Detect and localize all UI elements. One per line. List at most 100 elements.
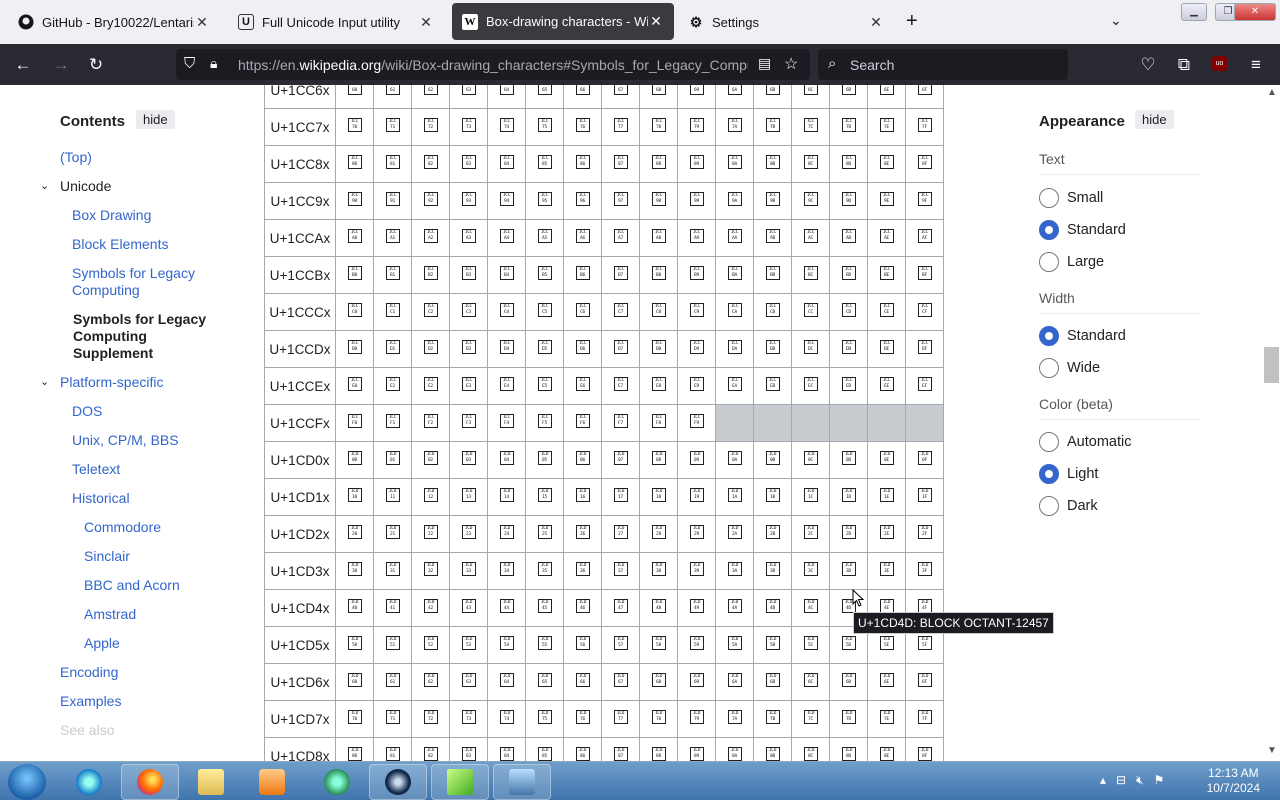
glyph-cell[interactable]: 1CC F7 [601, 404, 640, 442]
glyph-cell[interactable]: 1CD 14 [487, 478, 526, 516]
glyph-cell[interactable]: 1CC62 [411, 85, 450, 109]
glyph-cell[interactable]: 1CD 57 [601, 626, 640, 664]
glyph-cell[interactable]: 1CD 60 [335, 663, 374, 701]
toc-item[interactable]: BBC and Acorn [84, 577, 224, 594]
glyph-cell[interactable]: 1CC DA [715, 330, 754, 368]
glyph-cell[interactable]: 1CD 25 [525, 515, 564, 553]
glyph-cell[interactable]: 1CC A9 [677, 219, 716, 257]
toc-item[interactable]: Platform-specific [60, 374, 200, 391]
glyph-cell[interactable]: 1CD 1A [715, 478, 754, 516]
glyph-cell[interactable]: 1CD 45 [525, 589, 564, 627]
url-text[interactable]: https://en.wikipedia.org/wiki/Box-drawin… [238, 57, 748, 73]
glyph-cell[interactable]: 1CD 09 [677, 441, 716, 479]
glyph-cell[interactable]: 1CC63 [449, 85, 488, 109]
glyph-cell[interactable]: 1CD 2B [753, 515, 792, 553]
glyph-cell[interactable]: 1CD 40 [335, 589, 374, 627]
notepad-icon[interactable] [431, 764, 489, 800]
search-input[interactable]: ⌕ Search [818, 49, 1068, 80]
glyph-cell[interactable]: 1CC B7 [601, 256, 640, 294]
toc-item[interactable]: Commodore [84, 519, 224, 536]
glyph-cell[interactable]: 1CD 68 [639, 663, 678, 701]
glyph-cell[interactable]: 1CD 49 [677, 589, 716, 627]
toc-item[interactable]: Box Drawing [72, 207, 212, 224]
glyph-cell[interactable]: 1CC 8C [791, 145, 830, 183]
toc-item[interactable]: Symbols for Legacy Computing Supplement [73, 311, 213, 362]
glyph-cell[interactable]: 1CC EC [791, 367, 830, 405]
glyph-cell[interactable]: 1CC ED [829, 367, 868, 405]
glyph-cell[interactable]: 1CC DD [829, 330, 868, 368]
chat-app-icon[interactable] [308, 764, 366, 800]
glyph-cell[interactable]: 1CC 75 [525, 108, 564, 146]
glyph-cell[interactable]: 1CC F2 [411, 404, 450, 442]
glyph-cell[interactable]: 1CD 66 [563, 663, 602, 701]
glyph-cell[interactable]: 1CD 38 [639, 552, 678, 590]
glyph-cell[interactable]: 1CC D1 [373, 330, 412, 368]
glyph-cell[interactable]: 1CC 74 [487, 108, 526, 146]
control-panel-icon[interactable] [493, 764, 551, 800]
glyph-cell[interactable]: 1CC E6 [563, 367, 602, 405]
glyph-cell[interactable]: 1CD 03 [449, 441, 488, 479]
glyph-cell[interactable]: 1CD 3C [791, 552, 830, 590]
glyph-cell[interactable]: 1CD 16 [563, 478, 602, 516]
glyph-cell[interactable]: 1CC F5 [525, 404, 564, 442]
clock[interactable]: 12:13 AM 10/7/2024 [1207, 766, 1260, 796]
toc-item[interactable]: See also [60, 722, 200, 739]
glyph-cell[interactable]: 1CC BB [753, 256, 792, 294]
glyph-cell[interactable]: 1CC 7B [753, 108, 792, 146]
glyph-cell[interactable]: 1CD 2F [905, 515, 944, 553]
glyph-cell[interactable]: 1CD 54 [487, 626, 526, 664]
glyph-cell[interactable]: 1CD 4B [753, 589, 792, 627]
close-icon[interactable]: ✕ [418, 14, 434, 31]
glyph-cell[interactable]: 1CD 62 [411, 663, 450, 701]
glyph-cell[interactable]: 1CC BD [829, 256, 868, 294]
glyph-cell[interactable]: 1CC A1 [373, 219, 412, 257]
glyph-cell[interactable]: 1CC 94 [487, 182, 526, 220]
glyph-cell[interactable]: 1CD 17 [601, 478, 640, 516]
minimize-button[interactable]: ▁ [1181, 3, 1207, 21]
glyph-cell[interactable]: 1CC E1 [373, 367, 412, 405]
glyph-cell[interactable]: 1CD 80 [335, 737, 374, 761]
glyph-cell[interactable]: 1CD 7F [905, 700, 944, 738]
glyph-cell[interactable]: 1CD 5C [791, 626, 830, 664]
glyph-cell[interactable]: 1CC 97 [601, 182, 640, 220]
glyph-cell[interactable]: 1CD 39 [677, 552, 716, 590]
glyph-cell[interactable]: 1CC60 [335, 85, 374, 109]
glyph-cell[interactable]: 1CC A6 [563, 219, 602, 257]
glyph-cell[interactable]: 1CC 96 [563, 182, 602, 220]
toc-item[interactable]: Amstrad [84, 606, 224, 623]
glyph-cell[interactable]: 1CC DC [791, 330, 830, 368]
glyph-cell[interactable]: 1CD 8B [753, 737, 792, 761]
steam-icon[interactable] [369, 764, 427, 800]
new-tab-button[interactable]: + [906, 10, 918, 33]
glyph-cell[interactable]: 1CC EA [715, 367, 754, 405]
glyph-cell[interactable]: 1CC A4 [487, 219, 526, 257]
glyph-cell[interactable]: 1CC 87 [601, 145, 640, 183]
window-close-button[interactable]: ✕ [1234, 3, 1276, 21]
glyph-cell[interactable]: 1CD 79 [677, 700, 716, 738]
glyph-cell[interactable]: 1CD 29 [677, 515, 716, 553]
glyph-cell[interactable]: 1CD 71 [373, 700, 412, 738]
glyph-cell[interactable]: 1CD 7D [829, 700, 868, 738]
glyph-cell[interactable]: 1CC 89 [677, 145, 716, 183]
glyph-cell[interactable]: 1CC EB [753, 367, 792, 405]
radio-color-dark[interactable] [1039, 496, 1059, 516]
glyph-cell[interactable]: 1CC CD [829, 293, 868, 331]
glyph-cell[interactable]: 1CC 9F [905, 182, 944, 220]
glyph-cell[interactable]: 1CC 9C [791, 182, 830, 220]
glyph-cell[interactable]: 1CC 80 [335, 145, 374, 183]
glyph-cell[interactable]: 1CC A8 [639, 219, 678, 257]
glyph-cell[interactable]: 1CC A7 [601, 219, 640, 257]
glyph-cell[interactable]: 1CD 85 [525, 737, 564, 761]
glyph-cell[interactable]: 1CC 99 [677, 182, 716, 220]
glyph-cell[interactable]: 1CC 7C [791, 108, 830, 146]
glyph-cell[interactable]: 1CD 3D [829, 552, 868, 590]
glyph-cell[interactable]: 1CC AE [867, 219, 906, 257]
glyph-cell[interactable]: 1CD 22 [411, 515, 450, 553]
glyph-cell[interactable]: 1CD 73 [449, 700, 488, 738]
glyph-cell[interactable]: 1CD 53 [449, 626, 488, 664]
internet-explorer-icon[interactable] [60, 764, 118, 800]
glyph-cell[interactable]: 1CC A3 [449, 219, 488, 257]
glyph-cell[interactable]: 1CD 20 [335, 515, 374, 553]
glyph-cell[interactable]: 1CD 63 [449, 663, 488, 701]
glyph-cell[interactable]: 1CC6E [867, 85, 906, 109]
